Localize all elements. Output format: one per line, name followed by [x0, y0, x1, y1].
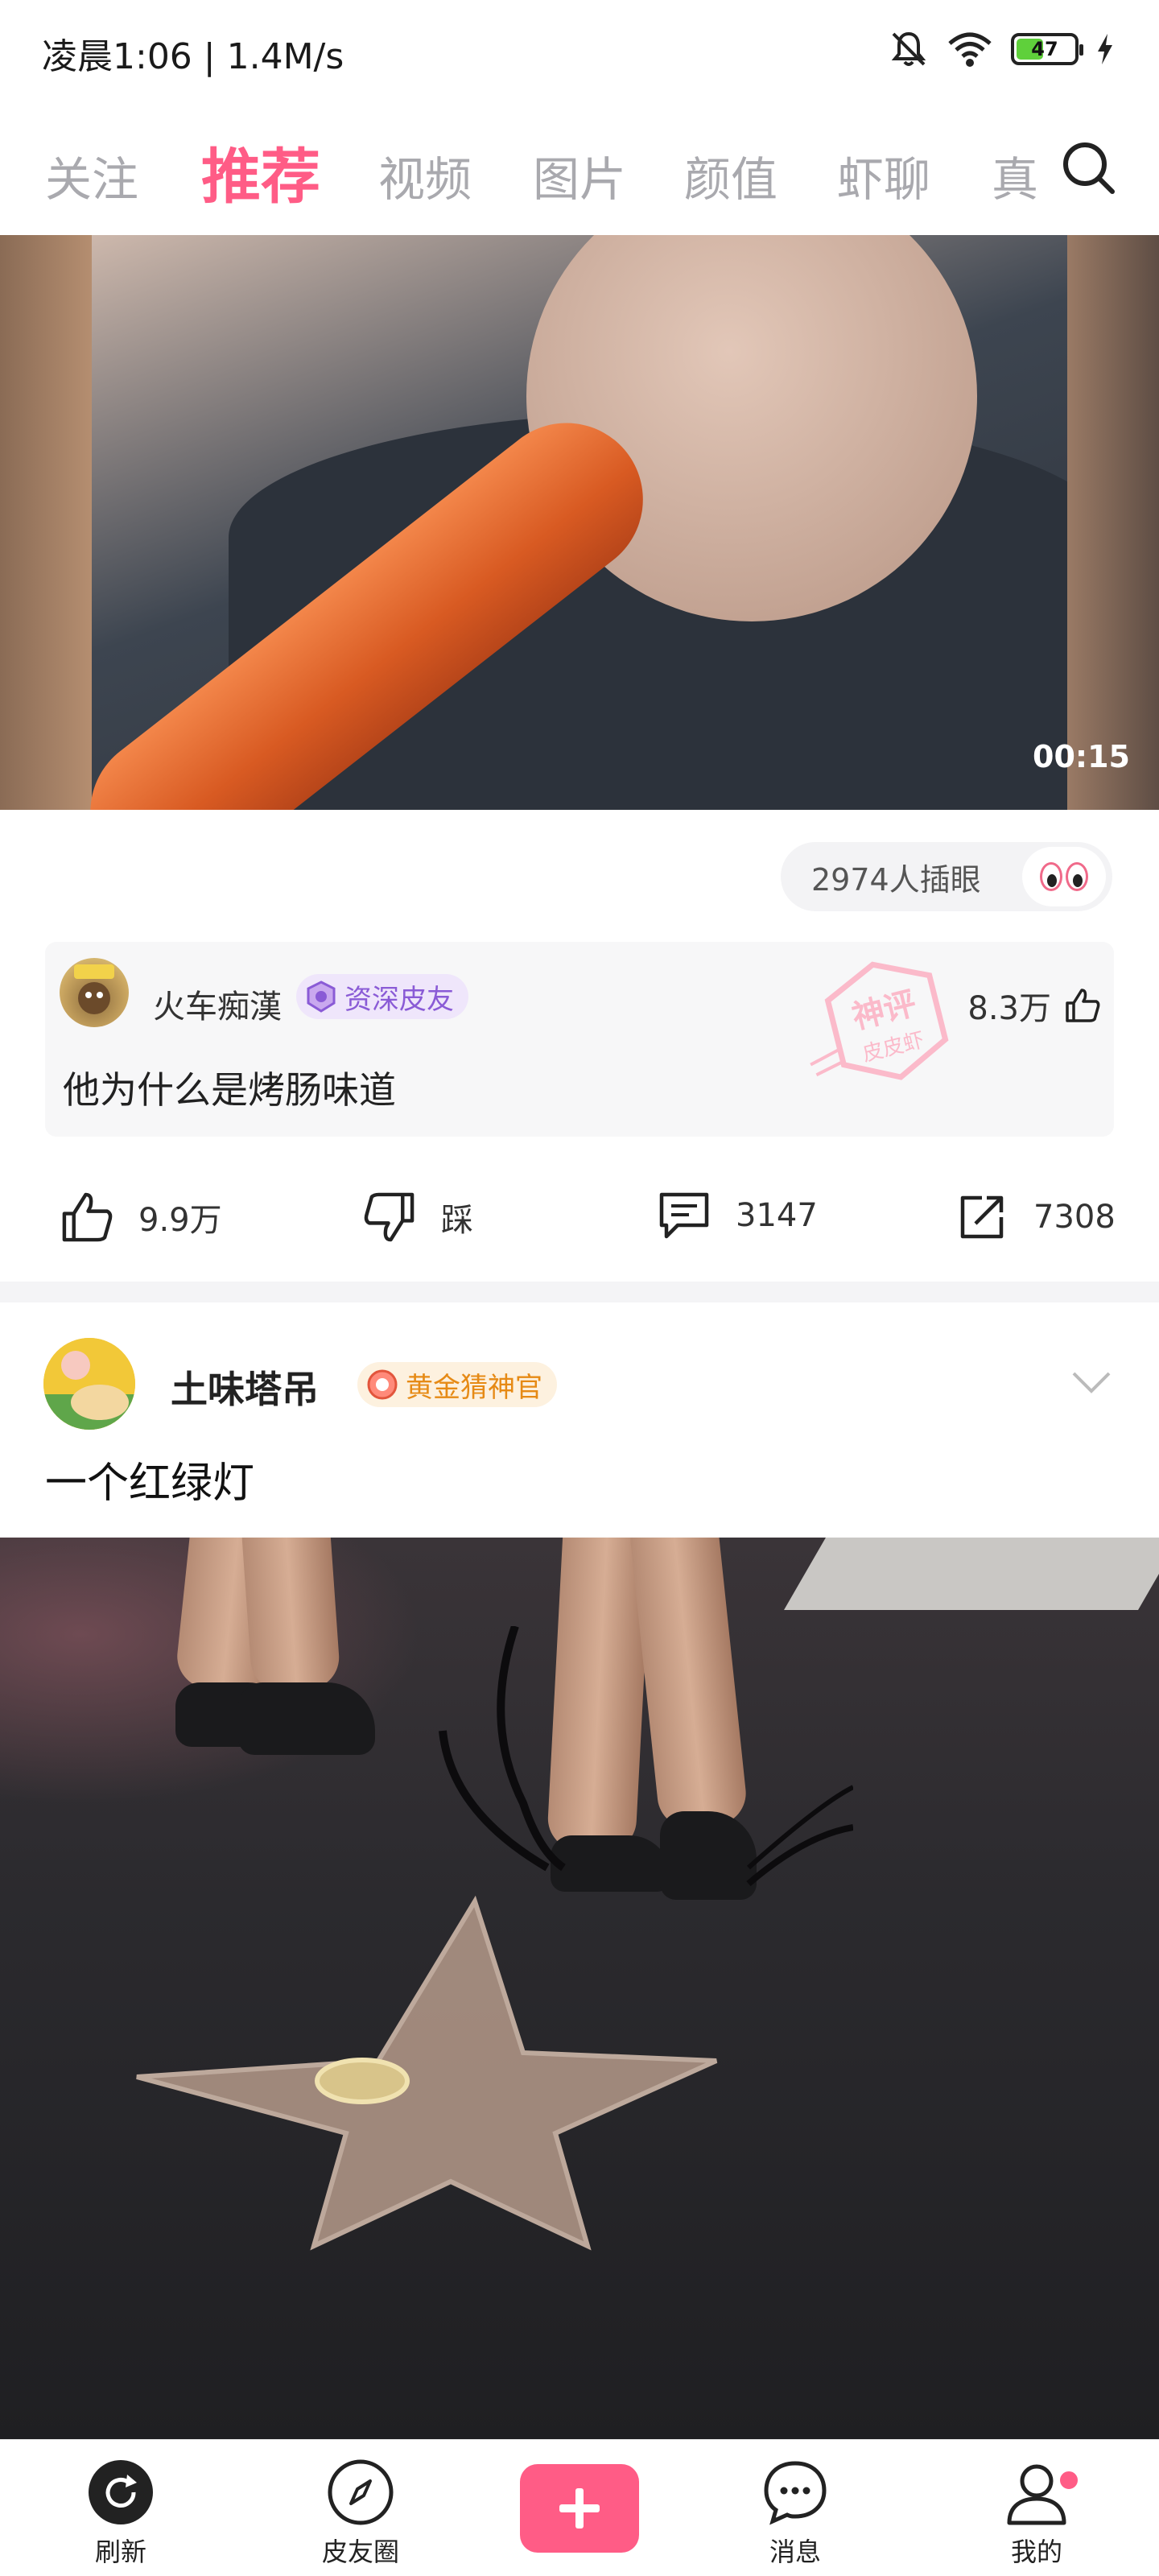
tab-video[interactable]: 视频	[378, 142, 472, 209]
post2-author[interactable]: 土味塔吊	[171, 1360, 319, 1414]
status-time: 凌晨1:06 | 1.4M/s	[42, 36, 344, 77]
charging-icon	[1098, 34, 1112, 64]
share-count: 7308	[1033, 1199, 1116, 1236]
top-comment-card[interactable]: 火车痴漢 资深皮友 神评 皮皮虾 8.3万 他为什么是烤肠味道	[45, 942, 1114, 1137]
tab-images[interactable]: 图片	[533, 142, 626, 209]
user-icon	[1007, 2464, 1066, 2525]
search-icon[interactable]	[1059, 138, 1117, 196]
like-button[interactable]: 9.9万	[60, 1190, 222, 1245]
nav-circle[interactable]: 皮友圈	[296, 2458, 425, 2569]
comment-like-button[interactable]: 8.3万	[967, 982, 1101, 1029]
thumbs-up-icon	[1066, 989, 1100, 1022]
media-walk-of-fame-star	[136, 1895, 718, 2251]
eyes-icon	[1022, 847, 1106, 906]
refresh-icon	[89, 2460, 153, 2524]
thumbs-down-icon	[364, 1192, 415, 1242]
nav-me-label: 我的	[1010, 2537, 1062, 2567]
tab-shrimp-chat[interactable]: 虾聊	[837, 142, 930, 209]
video-frame	[60, 235, 1114, 810]
comment-icon	[659, 1192, 709, 1239]
tab-follow[interactable]: 关注	[45, 142, 138, 209]
publish-button[interactable]	[520, 2464, 639, 2553]
comment-text: 他为什么是烤肠味道	[63, 1068, 396, 1112]
post2-text: 一个红绿灯	[45, 1459, 255, 1508]
nav-messages[interactable]: 消息	[731, 2458, 860, 2569]
nav-refresh-label: 刷新	[94, 2537, 146, 2567]
badge-label: 黄金猜神官	[406, 1371, 542, 1404]
dislike-button[interactable]: 踩	[362, 1190, 473, 1245]
comment-avatar[interactable]	[60, 958, 129, 1027]
post1-video[interactable]: 00:15	[0, 235, 1159, 810]
status-bar: 凌晨1:06 | 1.4M/s 47	[0, 0, 1159, 105]
wifi-icon	[948, 32, 992, 67]
viewers-pill[interactable]: 2974人插眼	[781, 842, 1112, 911]
post1-action-bar: 9.9万 踩 3147 7308	[0, 1175, 1159, 1256]
tab-real[interactable]: 真	[992, 142, 1038, 209]
post2-avatar[interactable]	[43, 1338, 135, 1430]
user-badge-senior: 资深皮友	[296, 974, 468, 1019]
like-count: 9.9万	[138, 1202, 222, 1239]
video-blur-right	[1067, 235, 1159, 810]
category-tabs: 关注 推荐 视频 图片 颜值 虾聊 真	[0, 121, 1159, 233]
tab-looks[interactable]: 颜值	[684, 142, 777, 209]
hot-comment-stamp: 神评 皮皮虾	[810, 961, 949, 1080]
notification-dot	[1058, 2469, 1080, 2491]
comment-count: 3147	[736, 1197, 818, 1234]
badge-shield-icon	[304, 980, 338, 1013]
media-curb	[784, 1538, 1159, 1610]
video-duration: 00:15	[1033, 739, 1130, 774]
nav-me[interactable]: 我的	[972, 2458, 1101, 2569]
compass-icon	[328, 2459, 394, 2525]
bottom-nav: 刷新 皮友圈 消息 我的	[0, 2439, 1159, 2576]
bell-off-icon	[891, 31, 926, 66]
chat-bubble-icon	[764, 2461, 827, 2525]
nav-refresh[interactable]: 刷新	[56, 2458, 185, 2569]
comment-like-count: 8.3万	[967, 990, 1051, 1027]
comment-author[interactable]: 火车痴漢	[153, 980, 282, 1027]
chevron-down-icon[interactable]	[1070, 1368, 1112, 1396]
badge-medal-icon	[365, 1368, 399, 1402]
battery-level: 47	[1031, 38, 1058, 60]
post2-media[interactable]	[0, 1538, 1159, 2439]
nav-messages-label: 消息	[769, 2537, 821, 2567]
dislike-label: 踩	[441, 1202, 473, 1239]
post-divider	[0, 1282, 1159, 1302]
tab-recommend[interactable]: 推荐	[201, 129, 320, 215]
svg-text:神评: 神评	[848, 985, 920, 1037]
share-icon	[960, 1195, 1004, 1239]
user-badge-gold: 黄金猜神官	[357, 1362, 557, 1407]
video-blur-left	[0, 235, 92, 810]
share-button[interactable]: 7308	[955, 1190, 1116, 1245]
nav-circle-label: 皮友圈	[321, 2537, 399, 2567]
viewers-count: 2974人插眼	[811, 861, 981, 898]
status-icons: 47	[889, 29, 1114, 69]
battery-icon: 47	[1011, 33, 1083, 65]
badge-label: 资深皮友	[344, 983, 454, 1016]
comment-button[interactable]: 3147	[657, 1190, 818, 1241]
plus-icon	[559, 2488, 600, 2529]
thumbs-up-icon	[62, 1192, 113, 1242]
